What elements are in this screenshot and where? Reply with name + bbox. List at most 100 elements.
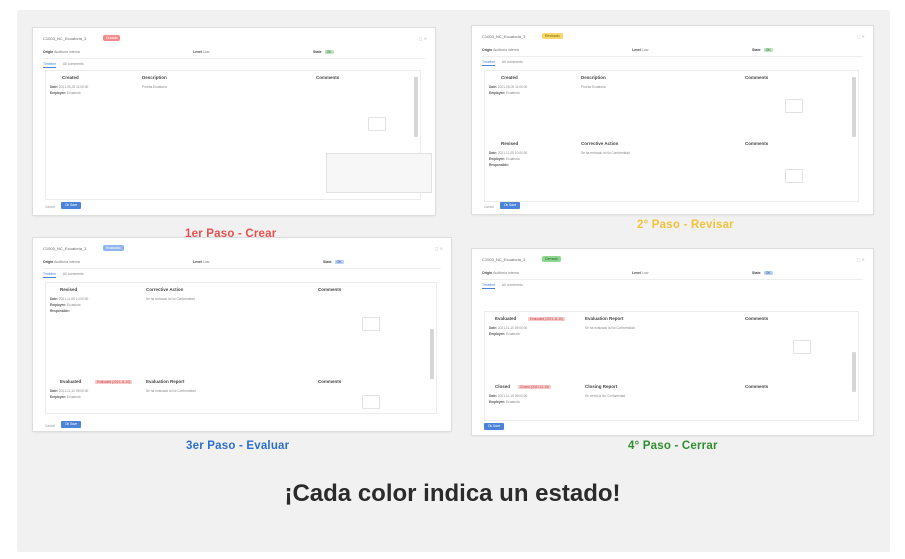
closed-description: Se cierra la No Conformidad [585, 394, 626, 398]
col-header-revised: Revised [501, 141, 519, 146]
created-description: Prueba Ecuatoria [142, 85, 167, 89]
revised-date: Date: 2021-11-05 10:00:00 [489, 151, 528, 155]
col-header-description: Description [581, 75, 606, 80]
save-button[interactable]: Ok Save [500, 202, 521, 209]
level-field: Level Low [193, 50, 210, 54]
status-badge: Evaluado [103, 245, 124, 251]
tab-all-comments[interactable]: All comments [63, 62, 84, 66]
screenshot-step4: C1003_NC_Ecuatoria_3 Cerrado ▢ ✕ Origin … [472, 249, 873, 435]
col-header-closed: Closed [495, 384, 511, 389]
closed-tag: Closed (2021-11-15) [518, 385, 551, 389]
image-placeholder-icon [362, 317, 380, 331]
revised-responsible: Responsible: [489, 163, 510, 167]
created-date: Date: 2021-05-05 11:00:00 [489, 85, 528, 89]
col-header-evaluated: Evaluated [60, 379, 82, 384]
status-badge: Cerrado [542, 256, 561, 262]
tab-timeline[interactable]: Timeline [482, 283, 496, 289]
window-title: C1003_NC_Ecuatoria_3 [482, 257, 526, 262]
col-header-evaluated: Evaluated [495, 316, 517, 321]
caption-step3: 3er Paso - Evaluar [186, 440, 290, 452]
col-header-evaluation-report: Evaluation Report [146, 379, 185, 384]
col-header-comments: Comments [316, 75, 340, 80]
evaluated-tag: Evaluated (2021-11-10) [528, 317, 566, 321]
col-header-created: Created [501, 75, 518, 80]
scrollbar[interactable] [852, 352, 856, 392]
state-field: State OK [752, 48, 773, 52]
col-header-corrective-action: Corrective Action [581, 141, 619, 146]
timeline-panel: Created Description Comments Date: 2021-… [45, 70, 432, 200]
evaluated-tag: Evaluated (2021-11-10) [95, 380, 133, 384]
field-row: Origin Auditoría interna Level Low State… [43, 48, 425, 59]
field-row: Origin Auditoría interna Level Low State… [482, 46, 863, 57]
closed-employee: Employee: Ecuatoria [489, 400, 520, 404]
col-header-revised: Revised [60, 287, 78, 292]
window-titlebar: C1003_NC_Ecuatoria_3 Cerrado ▢ ✕ [478, 255, 867, 265]
col-header-comments: Comments [318, 287, 342, 292]
col-header-created: Created [62, 75, 79, 80]
tab-bar: Timeline All comments [43, 272, 84, 278]
level-field: Level Low [193, 260, 210, 264]
col-header-comments: Comments [318, 379, 342, 384]
window-titlebar: C1003_NC_Ecuatoria_3 Evaluado ▢ ✕ [39, 244, 445, 254]
revised-responsible: Responsible: [50, 309, 71, 313]
evaluated-description: Se ha evaluado la No Conformidad [146, 389, 196, 393]
window-title: C1003_NC_Ecuatoria_3 [43, 36, 87, 41]
col-header-corrective-action: Corrective Action [146, 287, 184, 292]
state-field: State OK [313, 50, 334, 54]
save-button[interactable]: Ok Save [484, 423, 505, 430]
created-description: Prueba Ecuatoria [581, 85, 606, 89]
window-controls-icon[interactable]: ▢ ✕ [857, 257, 865, 262]
level-field: Level Low [632, 48, 649, 52]
window-controls-icon[interactable]: ▢ ✕ [419, 36, 427, 41]
timeline-panel: Revised Corrective Action Comments Date:… [45, 282, 437, 414]
evaluated-date: Date: 2021-11-10 09:00:00 [489, 326, 528, 330]
cancel-button[interactable]: Cancel [45, 424, 55, 428]
origin-field: Origin Auditoría interna [43, 260, 80, 264]
revised-description: Se ha revisado la No Conformidad [581, 151, 630, 155]
image-placeholder-icon [362, 395, 380, 409]
image-placeholder-icon [785, 169, 803, 183]
tab-all-comments[interactable]: All comments [502, 283, 523, 287]
state-field: State OK [752, 271, 773, 275]
comment-editor[interactable] [326, 153, 432, 193]
cancel-button[interactable]: Cancel [45, 205, 55, 209]
evaluated-employee: Employee: Ecuatoria [489, 332, 520, 336]
revised-description: Se ha revisado la No Conformidad [146, 297, 195, 301]
tab-all-comments[interactable]: All comments [63, 272, 84, 276]
timeline-panel: Evaluated Evaluated (2021-11-10) Evaluat… [484, 311, 859, 421]
window-controls-icon[interactable]: ▢ ✕ [857, 34, 865, 39]
scrollbar[interactable] [852, 77, 856, 137]
tab-all-comments[interactable]: All comments [502, 60, 523, 64]
col-header-comments: Comments [745, 384, 769, 389]
tab-timeline[interactable]: Timeline [482, 60, 496, 66]
window-controls-icon[interactable]: ▢ ✕ [435, 246, 443, 251]
col-header-closing-report: Closing Report [585, 384, 618, 389]
tab-timeline[interactable]: Timeline [43, 62, 57, 68]
scrollbar[interactable] [430, 329, 434, 379]
save-button[interactable]: Ok Save [61, 202, 82, 209]
created-date: Date: 2021-05-25 11:00:00 [50, 85, 89, 89]
evaluated-description: Se ha evaluado la No Conformidad [585, 326, 635, 330]
field-row: Origin Auditoría interna Level Low State… [43, 258, 441, 269]
tab-bar: Timeline All comments [43, 62, 84, 68]
status-badge: Creado [103, 35, 121, 41]
scrollbar[interactable] [414, 77, 418, 137]
revised-employee: Employee: Ecuatoria [50, 303, 81, 307]
screenshot-step2: C1003_NC_Ecuatoria_3 Revisado ▢ ✕ Origin… [472, 26, 873, 214]
tab-timeline[interactable]: Timeline [43, 272, 57, 278]
closed-date: Date: 2021-11-15 09:00:00 [489, 394, 528, 398]
created-employee: Employee: Ecuatoria [50, 91, 81, 95]
window-titlebar: C1003_NC_Ecuatoria_3 Revisado ▢ ✕ [478, 32, 867, 42]
col-header-description: Description [142, 75, 167, 80]
caption-step4: 4° Paso - Cerrar [628, 440, 718, 452]
origin-field: Origin Auditoría interna [43, 50, 80, 54]
image-placeholder-icon [793, 340, 811, 354]
save-button[interactable]: Ok Save [61, 421, 82, 428]
col-header-comments: Comments [745, 75, 769, 80]
evaluated-employee: Employee: Ecuatoria [50, 395, 81, 399]
tab-bar: Timeline All comments [482, 60, 523, 66]
caption-step2: 2° Paso - Revisar [637, 219, 734, 231]
screenshot-step1: C1003_NC_Ecuatoria_3 Creado ▢ ✕ Origin A… [33, 28, 435, 215]
cancel-button[interactable]: Cancel [484, 205, 494, 209]
screenshot-step3: C1003_NC_Ecuatoria_3 Evaluado ▢ ✕ Origin… [33, 238, 451, 431]
